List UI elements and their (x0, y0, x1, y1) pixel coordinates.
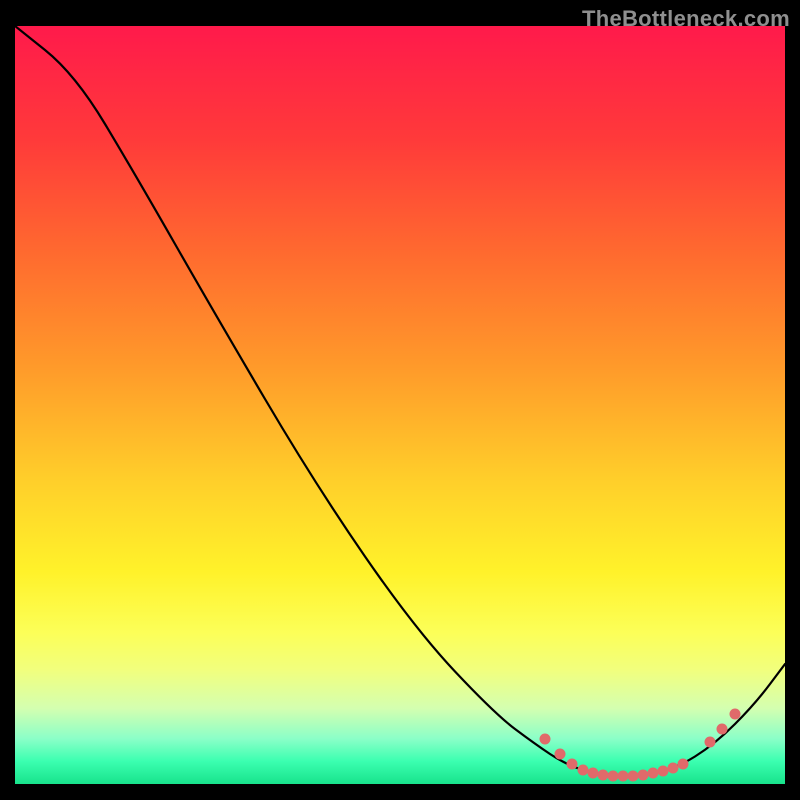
curve-marker (628, 771, 639, 782)
chart-svg (15, 26, 785, 784)
attribution-text: TheBottleneck.com (582, 6, 790, 32)
curve-marker (540, 734, 551, 745)
curve-marker (658, 766, 669, 777)
curve-marker (555, 749, 566, 760)
curve-marker (567, 759, 578, 770)
curve-marker (638, 770, 649, 781)
curve-marker (730, 709, 741, 720)
curve-marker (678, 759, 689, 770)
chart-background (15, 26, 785, 784)
curve-marker (588, 768, 599, 779)
curve-marker (648, 768, 659, 779)
curve-marker (598, 770, 609, 781)
plot-area (15, 26, 785, 784)
curve-marker (717, 724, 728, 735)
curve-marker (608, 771, 619, 782)
curve-marker (705, 737, 716, 748)
chart-frame: TheBottleneck.com (0, 0, 800, 800)
curve-marker (668, 763, 679, 774)
curve-marker (578, 765, 589, 776)
curve-marker (618, 771, 629, 782)
